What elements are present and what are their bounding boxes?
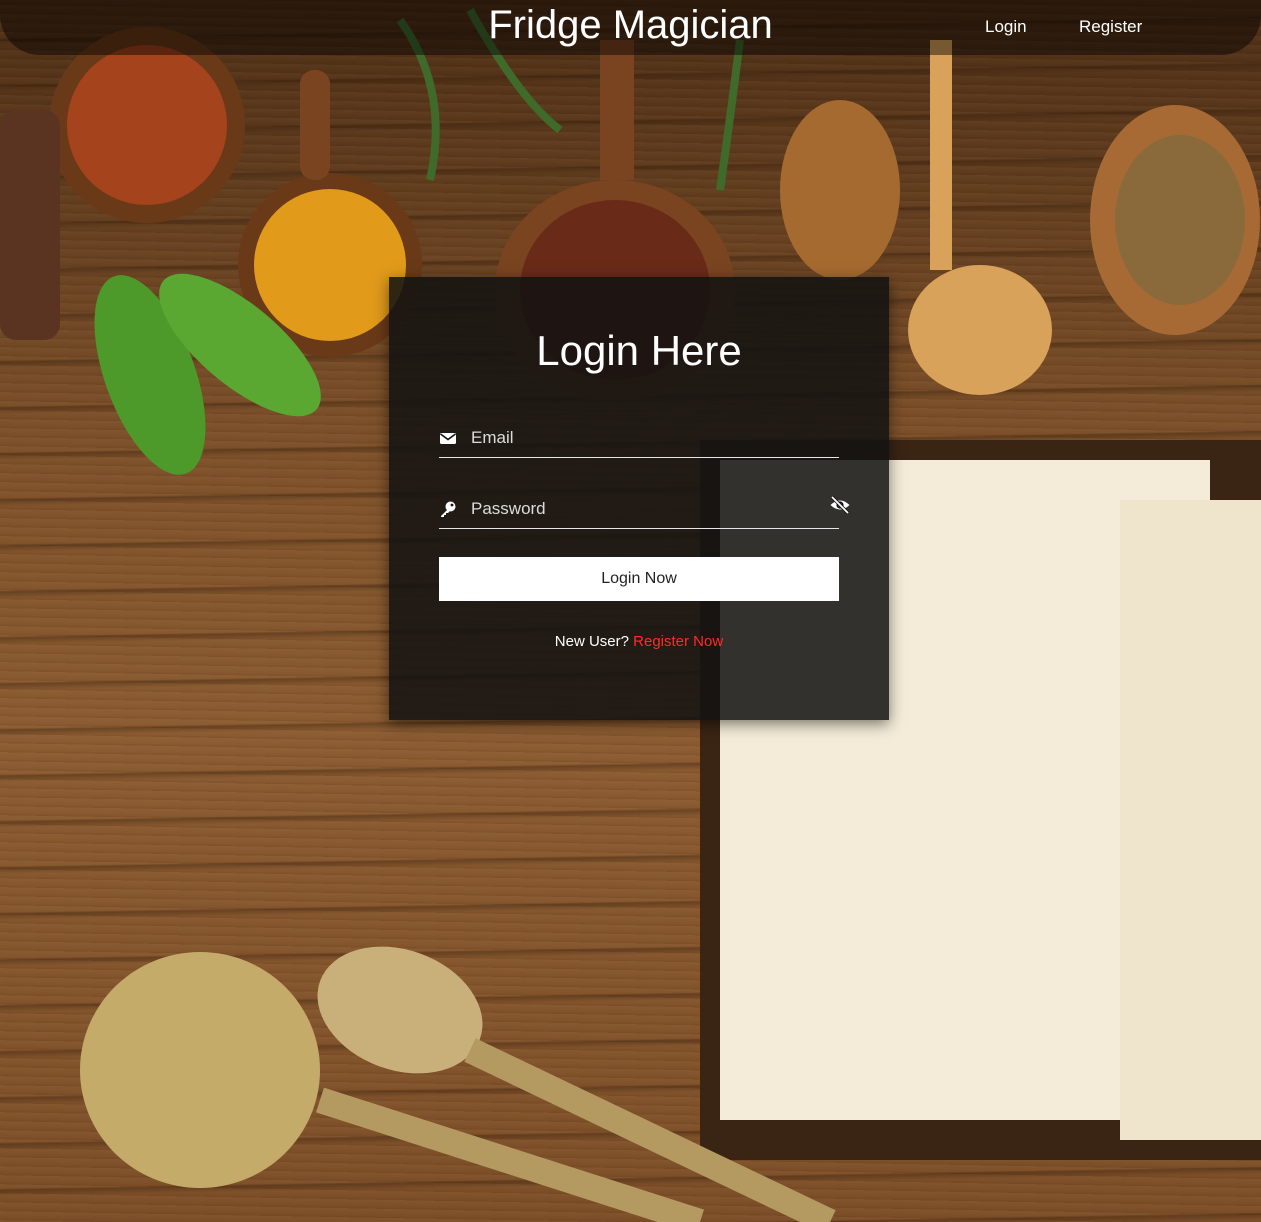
top-nav-bar: Fridge Magician Login Register — [0, 0, 1261, 55]
new-user-text: New User? — [554, 633, 629, 650]
new-user-prompt: New User? Register Now — [389, 633, 889, 650]
register-now-link[interactable]: Register Now — [633, 633, 723, 650]
email-field-group — [439, 419, 839, 458]
nav-register-link[interactable]: Register — [1079, 17, 1142, 37]
key-icon — [439, 500, 457, 518]
eye-slash-icon[interactable] — [829, 494, 851, 516]
nav-login-link[interactable]: Login — [985, 17, 1027, 37]
brand-title: Fridge Magician — [488, 3, 773, 47]
login-now-button[interactable]: Login Now — [439, 557, 839, 601]
login-title: Login Here — [536, 327, 742, 374]
password-input[interactable] — [469, 494, 813, 524]
password-field-group — [439, 490, 839, 529]
email-input[interactable] — [469, 423, 813, 453]
envelope-icon — [439, 429, 457, 447]
login-card: Login Here Login Now — [389, 277, 889, 720]
